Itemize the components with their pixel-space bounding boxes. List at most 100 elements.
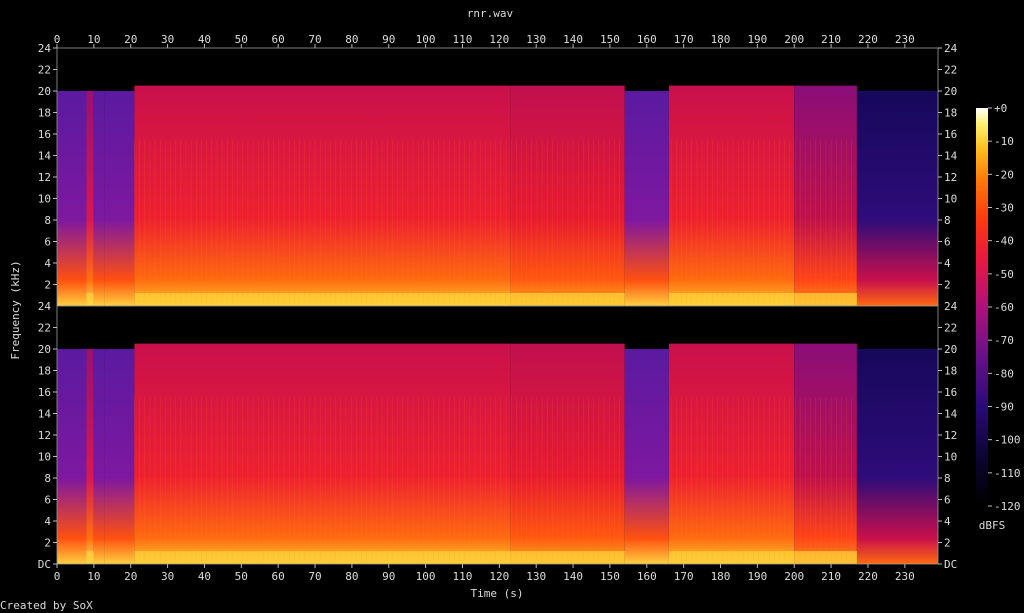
- time-tick-label: 190: [747, 33, 767, 46]
- bass-band: [668, 551, 795, 564]
- bass-band: [510, 293, 625, 306]
- time-tick-label: 120: [489, 570, 509, 583]
- freq-tick-label: 20: [38, 85, 51, 98]
- freq-tick-label: 2: [944, 537, 951, 550]
- spectrum-segment: [668, 85, 795, 306]
- freq-tick-label: 6: [944, 236, 951, 249]
- spectrum-segment: [134, 85, 511, 306]
- time-tick-label: 160: [637, 33, 657, 46]
- time-tick-label: 60: [272, 33, 285, 46]
- spectrum-segment: [794, 85, 857, 306]
- bottom-time-ticks: 0 10 20 30 40 50 60 70 80 90 100 110 120 130 140 150 160…: [54, 564, 915, 583]
- top-time-ticks: 0 10 20 30 40 50 60 70 80 90 100 110 120 130 140 150 160…: [54, 33, 915, 48]
- time-tick-label: 70: [308, 33, 321, 46]
- freq-tick-label: 2: [44, 537, 51, 550]
- freq-tick-label: 16: [38, 386, 51, 399]
- time-tick-label: 210: [821, 33, 841, 46]
- right-frequency-ticks: 24681012141618202224DC246810121416182022…: [938, 42, 958, 571]
- time-tick-label: 100: [416, 570, 436, 583]
- time-tick-label: 210: [821, 570, 841, 583]
- freq-tick-label: 4: [44, 515, 51, 528]
- time-tick-label: 60: [272, 570, 285, 583]
- colorbar-tick-label: -70: [994, 334, 1014, 347]
- left-frequency-ticks: 24681012141618202224DC246810121416182022…: [38, 42, 57, 571]
- freq-tick-label: 20: [944, 85, 957, 98]
- colorbar: [976, 108, 988, 506]
- time-tick-label: 110: [453, 570, 473, 583]
- freq-tick-label: 22: [38, 64, 51, 77]
- freq-tick-label: 18: [944, 365, 957, 378]
- time-tick-label: 200: [784, 570, 804, 583]
- spectrum-segment: [104, 91, 135, 306]
- time-tick-label: 0: [54, 33, 61, 46]
- y-axis-label: Frequency (kHz): [9, 260, 22, 359]
- time-tick-label: 170: [674, 33, 694, 46]
- freq-tick-label: 10: [944, 451, 957, 464]
- time-tick-label: 180: [711, 570, 731, 583]
- freq-tick-label: 22: [944, 64, 957, 77]
- spectrum-segment: [86, 91, 94, 306]
- colorbar-tick-label: -110: [994, 467, 1021, 480]
- colorbar-tick-label: -80: [994, 367, 1014, 380]
- freq-tick-label: 10: [38, 451, 51, 464]
- time-tick-label: 200: [784, 33, 804, 46]
- freq-tick-label: 20: [944, 343, 957, 356]
- bass-band: [510, 551, 625, 564]
- spectrum-segment: [134, 343, 511, 564]
- spectrum-segment: [624, 349, 669, 564]
- freq-tick-label: 16: [38, 128, 51, 141]
- spectrum-segment: [510, 343, 625, 564]
- time-tick-label: 230: [895, 570, 915, 583]
- freq-tick-label: 14: [944, 408, 958, 421]
- footer-credit: Created by SoX: [0, 599, 93, 612]
- time-tick-label: 190: [747, 570, 767, 583]
- bass-band: [794, 551, 857, 564]
- freq-tick-label: 22: [944, 322, 957, 335]
- freq-tick-label: 4: [944, 257, 951, 270]
- x-axis-label: Time (s): [471, 587, 524, 600]
- spectrum-segment: [93, 91, 105, 306]
- bass-band: [86, 293, 94, 306]
- freq-tick-label: 24: [38, 300, 52, 313]
- colorbar-tick-label: +0: [994, 102, 1007, 115]
- time-tick-label: 130: [526, 570, 546, 583]
- colorbar-ticks: +0 -10 -20 -30 -40 -50 -60 -70 -80 -90 -100 -110 -12…: [988, 102, 1021, 513]
- freq-tick-label: 24: [944, 42, 958, 55]
- freq-tick-label: 2: [44, 279, 51, 292]
- time-tick-label: 140: [563, 33, 583, 46]
- spectrum-segment: [93, 349, 105, 564]
- time-tick-label: 100: [416, 33, 436, 46]
- freq-tick-label: 12: [38, 429, 51, 442]
- colorbar-label: dBFS: [979, 519, 1006, 532]
- freq-tick-label: 14: [944, 150, 958, 163]
- time-tick-label: 70: [308, 570, 321, 583]
- time-tick-label: 20: [124, 33, 137, 46]
- bass-band: [134, 293, 511, 306]
- colorbar-tick-label: -90: [994, 401, 1014, 414]
- time-tick-label: 40: [198, 570, 211, 583]
- time-tick-label: 50: [235, 33, 248, 46]
- time-tick-label: 140: [563, 570, 583, 583]
- freq-tick-label: 4: [944, 515, 951, 528]
- freq-tick-label: 6: [44, 236, 51, 249]
- plot-panels: [56, 47, 939, 565]
- time-tick-label: 230: [895, 33, 915, 46]
- bass-band: [794, 293, 857, 306]
- freq-tick-label: 12: [38, 171, 51, 184]
- freq-tick-label: 4: [44, 257, 51, 270]
- time-tick-label: 130: [526, 33, 546, 46]
- freq-tick-label: 10: [38, 193, 51, 206]
- freq-tick-label: 18: [38, 107, 51, 120]
- colorbar-tick-label: -60: [994, 301, 1014, 314]
- time-tick-label: 20: [124, 570, 137, 583]
- time-tick-label: 90: [382, 33, 395, 46]
- freq-tick-label: 8: [44, 214, 51, 227]
- time-tick-label: 30: [161, 33, 174, 46]
- freq-tick-label: 6: [44, 494, 51, 507]
- time-tick-label: 10: [87, 33, 100, 46]
- freq-tick-label: 2: [944, 279, 951, 292]
- freq-tick-label: 6: [944, 494, 951, 507]
- spectrum-segment: [57, 91, 87, 306]
- colorbar-tick-label: -10: [994, 135, 1014, 148]
- freq-tick-label: 14: [38, 150, 52, 163]
